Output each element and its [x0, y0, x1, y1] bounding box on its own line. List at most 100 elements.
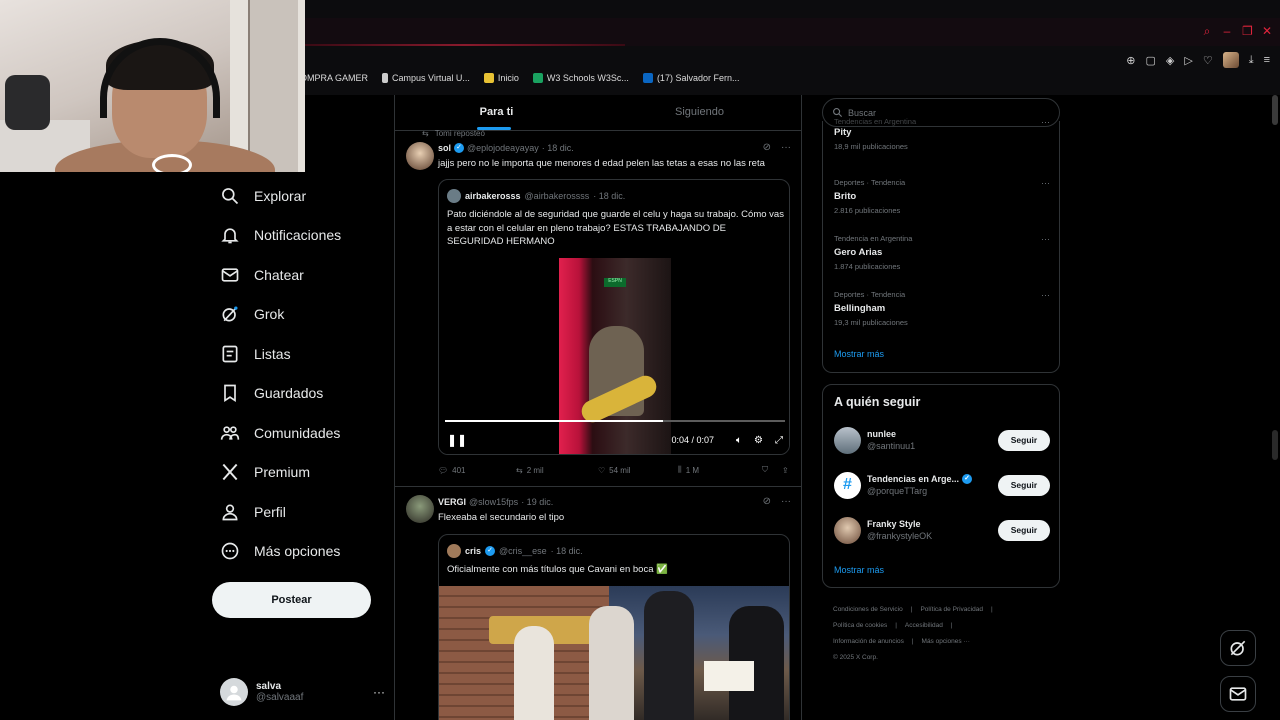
download-icon[interactable]: ⤓ — [1249, 54, 1254, 67]
tweet-date[interactable]: · 18 dic. — [542, 143, 574, 153]
primary-nav: Explorar Notificaciones Chatear Grok Lis… — [212, 176, 392, 571]
bookmark-item[interactable]: Inicio — [483, 73, 519, 83]
trend-item[interactable]: Tendencia en Argentina Gero Arias 1.874 … — [834, 234, 1050, 271]
footer-link[interactable]: Condiciones de Servicio — [833, 606, 903, 613]
nav-item-comunidades[interactable]: Comunidades — [212, 413, 392, 453]
trend-item[interactable]: Tendencias en Argentina Pity 18,9 mil pu… — [834, 117, 1050, 151]
repost-button[interactable]: ⇆ 2 mil — [516, 465, 598, 475]
grok-icon[interactable]: ⊘ — [763, 142, 771, 153]
grok-icon[interactable]: ⊘ — [763, 496, 771, 507]
footer-link[interactable]: Política de cookies — [833, 622, 887, 629]
heart-icon[interactable]: ♡ — [1203, 54, 1213, 67]
like-button[interactable]: ♡ 54 mil — [598, 465, 678, 475]
follow-suggestion[interactable]: Franky Style @frankystyleOK Seguir — [834, 513, 1050, 547]
quoted-tweet[interactable]: cris ✓ @cris__ese · 18 dic. Oficialmente… — [438, 534, 790, 720]
post-button[interactable]: Postear — [212, 582, 371, 618]
grok-fab[interactable] — [1220, 630, 1256, 666]
tweet-date[interactable]: · 19 dic. — [521, 497, 553, 507]
footer-link[interactable]: Información de anuncios — [833, 638, 904, 645]
quoted-tweet[interactable]: airbakerosss @airbakerossss · 18 dic. Pa… — [438, 179, 790, 455]
nav-item-guardados[interactable]: Guardados — [212, 374, 392, 414]
tweet[interactable]: sol ✓ @eplojodeayayay · 18 dic. ⊘ ··· ja… — [395, 95, 801, 485]
account-switcher[interactable]: salva @salvaaaf ··· — [220, 672, 385, 712]
trend-item[interactable]: Deportes · Tendencia Brito 2.816 publica… — [834, 178, 1050, 215]
follow-button[interactable]: Seguir — [998, 429, 1050, 451]
trend-title: Pity — [834, 127, 852, 138]
maximize-icon[interactable]: ❐ — [1242, 24, 1253, 39]
settings-icon[interactable]: ⚙ — [754, 435, 763, 446]
x-logo-icon — [222, 464, 238, 481]
messages-fab[interactable] — [1220, 676, 1256, 712]
follow-button[interactable]: Seguir — [998, 519, 1050, 541]
quote-photo[interactable] — [439, 586, 789, 720]
nav-item-listas[interactable]: Listas — [212, 334, 392, 374]
video-player[interactable]: ESPN ❚❚ 0:04 / 0:07 🔈︎ ⚙ ⤢ — [439, 258, 789, 454]
avatar[interactable] — [406, 495, 434, 523]
quote-header: cris ✓ @cris__ese · 18 dic. — [447, 544, 583, 558]
page-scrollbar[interactable] — [1272, 95, 1278, 125]
more-icon[interactable]: ··· — [1041, 290, 1050, 300]
avatar[interactable] — [406, 142, 434, 170]
profile-avatar[interactable] — [1222, 52, 1239, 68]
close-icon[interactable]: ✕ — [1262, 24, 1272, 39]
avatar — [220, 678, 248, 706]
more-icon[interactable]: ··· — [781, 496, 791, 507]
avatar: # — [834, 471, 861, 499]
share-button[interactable]: ⇪ — [782, 465, 789, 475]
follow-button[interactable]: Seguir — [998, 474, 1050, 496]
nav-item-premium[interactable]: Premium — [212, 453, 392, 493]
nav-item-mas-opciones[interactable]: Más opciones — [212, 532, 392, 572]
shield-icon[interactable]: ◈ — [1166, 54, 1174, 67]
author-name[interactable]: VERGI — [438, 497, 466, 507]
bookmark-item[interactable]: W3 Schools W3Sc... — [532, 73, 629, 83]
nav-item-grok[interactable]: Grok — [212, 295, 392, 335]
bookmark-button[interactable]: ⛉ — [762, 465, 782, 475]
video-progress-bar[interactable] — [445, 420, 785, 422]
bookmark-item[interactable]: OMPRA GAMER — [300, 73, 368, 83]
suggestion-handle: @frankystyleOK — [867, 531, 933, 541]
pause-icon[interactable]: ❚❚ — [447, 433, 467, 447]
follow-suggestion[interactable]: nunlee @santinuu1 Seguir — [834, 423, 1050, 457]
search-input[interactable] — [848, 107, 1048, 118]
more-icon[interactable]: ··· — [373, 685, 385, 699]
follow-show-more-link[interactable]: Mostrar más — [834, 565, 884, 575]
snapshot-icon[interactable]: ▢ — [1145, 54, 1155, 67]
footer-link[interactable]: Accesibilidad — [905, 622, 943, 629]
more-icon[interactable]: ··· — [1041, 178, 1050, 188]
footer-link[interactable]: Más opciones ··· — [922, 638, 970, 645]
bookmark-item[interactable]: (17) Salvador Fern... — [642, 73, 739, 83]
account-meta: salva @salvaaaf — [256, 681, 303, 703]
browser-toolbar: ⊕ ▢ ◈ ▷ ♡ ⤓ ≡ — [1126, 52, 1270, 68]
avatar — [834, 516, 861, 544]
footer-link[interactable]: Política de Privacidad — [920, 606, 983, 613]
microphone-icon — [152, 154, 192, 172]
reply-button[interactable]: 💬︎ 401 — [438, 465, 516, 475]
pin-icon[interactable]: ⊕ — [1126, 54, 1135, 67]
fullscreen-icon[interactable]: ⤢ — [775, 435, 783, 446]
nav-item-chatear[interactable]: Chatear — [212, 255, 392, 295]
more-icon[interactable]: ··· — [1041, 234, 1050, 244]
more-icon[interactable]: ··· — [781, 142, 791, 153]
bookmark-item[interactable]: Campus Virtual U... — [382, 73, 470, 83]
search-icon[interactable]: ⌕ — [1202, 24, 1212, 39]
views-button[interactable]: ⫼ 1 M — [678, 465, 762, 475]
follow-suggestion[interactable]: # Tendencias en Arge... ✓ @porqueTTarg Se… — [834, 468, 1050, 502]
mute-icon[interactable]: 🔈︎ — [736, 435, 742, 446]
more-icon[interactable]: ··· — [1041, 117, 1050, 127]
minimize-icon[interactable]: – — [1222, 24, 1232, 39]
who-to-follow-title: A quién seguir — [834, 395, 921, 409]
author-handle[interactable]: @slow15fps — [469, 497, 518, 507]
quote-author-name: cris — [465, 546, 482, 556]
author-name[interactable]: sol — [438, 143, 451, 153]
suggestion-name: Tendencias en Arge... ✓ — [867, 474, 973, 484]
trend-item[interactable]: Deportes · Tendencia Bellingham 19,3 mil… — [834, 290, 1050, 327]
author-handle[interactable]: @eplojodeayayay — [467, 143, 539, 153]
quote-date: · 18 dic. — [550, 546, 583, 556]
nav-item-notificaciones[interactable]: Notificaciones — [212, 216, 392, 256]
trends-show-more-link[interactable]: Mostrar más — [834, 349, 884, 359]
nav-item-explorar[interactable]: Explorar — [212, 176, 392, 216]
menu-icon[interactable]: ≡ — [1264, 54, 1270, 66]
send-icon[interactable]: ▷ — [1184, 54, 1192, 67]
nav-item-perfil[interactable]: Perfil — [212, 492, 392, 532]
tweet[interactable]: VERGI @slow15fps · 19 dic. ⊘ ··· Flexeab… — [395, 487, 801, 720]
